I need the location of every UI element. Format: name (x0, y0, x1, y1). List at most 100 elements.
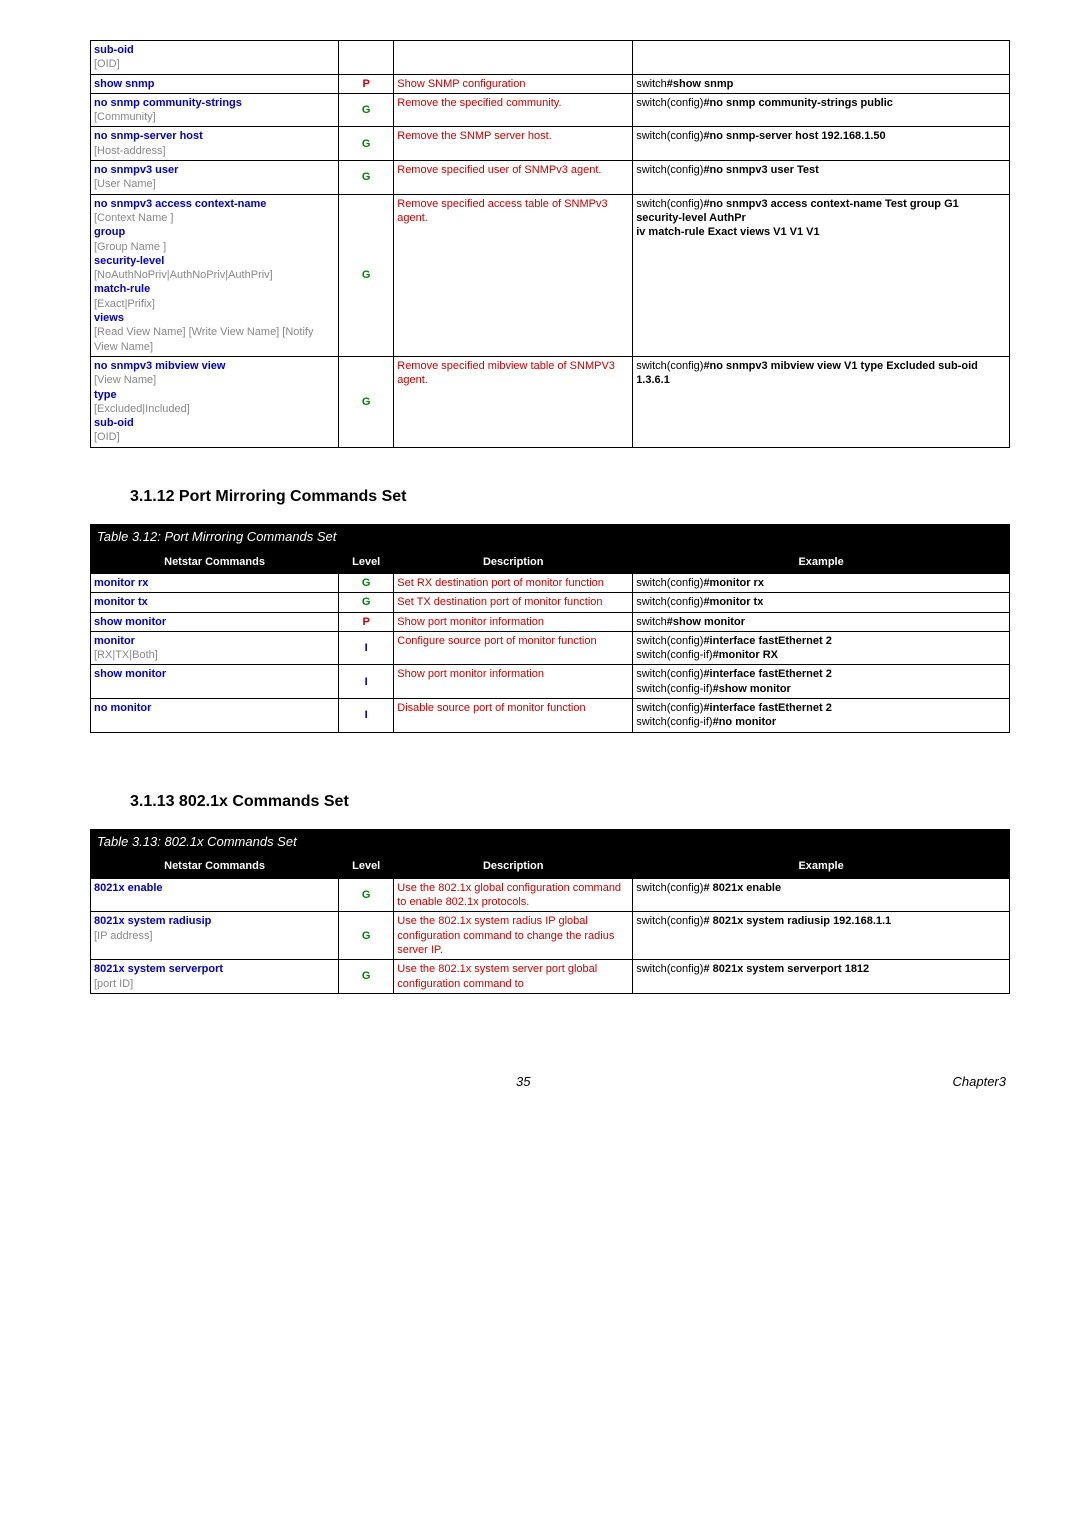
command-cell: no snmpv3 user[User Name] (91, 161, 339, 195)
description-cell: Remove the SNMP server host. (394, 127, 633, 161)
cmd-fragment: no snmpv3 mibview view (94, 359, 335, 373)
cmd-fragment: [NoAuthNoPriv|AuthNoPriv|AuthPriv] (94, 268, 335, 282)
col-header-example: Example (633, 550, 1010, 573)
table-row: 8021x enable GUse the 802.1x global confi… (91, 878, 1010, 912)
cmd-fragment: no monitor (94, 701, 335, 715)
table-row: no snmpv3 mibview view[View Name]type[Ex… (91, 356, 1010, 447)
cmd-fragment: type (94, 388, 335, 402)
8021x-commands-table: Table 3.13: 802.1x Commands Set Netstar … (90, 829, 1010, 994)
level-cell: G (339, 93, 394, 127)
command-cell: sub-oid[OID] (91, 41, 339, 75)
table-row: monitor txGSet TX destination port of mo… (91, 593, 1010, 612)
table-row: no snmpv3 user[User Name]GRemove specifi… (91, 161, 1010, 195)
cmd-fragment: 8021x system radiusip (94, 914, 335, 928)
level-cell: G (339, 960, 394, 994)
cmd-fragment: 8021x enable (94, 881, 335, 895)
table-3-13-caption: Table 3.13: 802.1x Commands Set (91, 829, 1010, 855)
table-row: sub-oid[OID] (91, 41, 1010, 75)
cmd-fragment: [RX|TX|Both] (94, 648, 335, 662)
col-header-example: Example (633, 855, 1010, 878)
cmd-fragment: [OID] (94, 57, 335, 71)
col-header-description: Description (394, 550, 633, 573)
description-cell: Use the 802.1x system server port global… (394, 960, 633, 994)
table12-body: monitor rxGSet RX destination port of mo… (91, 573, 1010, 732)
table1-body: sub-oid[OID]show snmpPShow SNMP configur… (91, 41, 1010, 448)
cmd-fragment: no snmp-server host (94, 129, 335, 143)
section-3-1-12-heading: 3.1.12 Port Mirroring Commands Set (130, 488, 1010, 506)
example-cell: switch(config)#no snmpv3 access context-… (633, 194, 1010, 356)
cmd-fragment: show monitor (94, 667, 335, 681)
example-cell: switch(config)# 8021x enable (633, 878, 1010, 912)
table-row: no snmp community-strings[Community]GRem… (91, 93, 1010, 127)
description-cell: Use the 802.1x system radius IP global c… (394, 912, 633, 960)
command-cell: monitor tx (91, 593, 339, 612)
example-cell: switch(config)#interface fastEthernet 2s… (633, 665, 1010, 699)
example-cell: switch(config)# 8021x system radiusip 19… (633, 912, 1010, 960)
table-3-12-caption: Table 3.12: Port Mirroring Commands Set (91, 524, 1010, 550)
col-header-commands: Netstar Commands (91, 855, 339, 878)
cmd-fragment: [Group Name ] (94, 240, 335, 254)
command-cell: 8021x system serverport[port ID] (91, 960, 339, 994)
table-row: no snmpv3 access context-name[Context Na… (91, 194, 1010, 356)
description-cell: Use the 802.1x global configuration comm… (394, 878, 633, 912)
level-cell: I (339, 698, 394, 732)
example-cell: switch#show snmp (633, 74, 1010, 93)
table-row: 8021x system radiusip[IP address]GUse th… (91, 912, 1010, 960)
section-3-1-13-heading: 3.1.13 802.1x Commands Set (130, 793, 1010, 811)
example-cell (633, 41, 1010, 75)
col-header-level: Level (339, 855, 394, 878)
cmd-fragment: sub-oid (94, 43, 335, 57)
cmd-fragment: views (94, 311, 335, 325)
command-cell: 8021x system radiusip[IP address] (91, 912, 339, 960)
col-header-commands: Netstar Commands (91, 550, 339, 573)
cmd-fragment: group (94, 225, 335, 239)
table-row: show monitorPShow port monitor informati… (91, 612, 1010, 631)
level-cell (339, 41, 394, 75)
example-cell: switch(config)#monitor rx (633, 573, 1010, 592)
description-cell: Configure source port of monitor functio… (394, 631, 633, 665)
command-cell: show monitor (91, 665, 339, 699)
chapter-label: Chapter3 (953, 1074, 1006, 1089)
cmd-fragment: [Host-address] (94, 144, 335, 158)
table-row: monitor[RX|TX|Both] IConfigure source por… (91, 631, 1010, 665)
example-cell: switch(config)#interface fastEthernet 2s… (633, 631, 1010, 665)
description-cell: Set RX destination port of monitor funct… (394, 573, 633, 592)
example-cell: switch(config)# 8021x system serverport … (633, 960, 1010, 994)
level-cell: G (339, 912, 394, 960)
cmd-fragment: [View Name] (94, 373, 335, 387)
command-cell: no monitor (91, 698, 339, 732)
cmd-fragment: no snmpv3 user (94, 163, 335, 177)
cmd-fragment: monitor tx (94, 595, 335, 609)
cmd-fragment: [Context Name ] (94, 211, 335, 225)
description-cell: Show port monitor information (394, 612, 633, 631)
description-cell: Remove specified mibview table of SNMPV3… (394, 356, 633, 447)
level-cell: G (339, 878, 394, 912)
table13-body: 8021x enableGUse the 802.1x global confi… (91, 878, 1010, 993)
cmd-fragment: no snmp community-strings (94, 96, 335, 110)
cmd-fragment: 8021x system serverport (94, 962, 335, 976)
command-cell: no snmpv3 mibview view[View Name]type[Ex… (91, 356, 339, 447)
table-row: no monitor IDisable source port of monito… (91, 698, 1010, 732)
example-cell: switch(config)#no snmpv3 mibview view V1… (633, 356, 1010, 447)
command-cell: no snmp-server host[Host-address] (91, 127, 339, 161)
description-cell (394, 41, 633, 75)
level-cell: G (339, 194, 394, 356)
cmd-fragment: monitor (94, 634, 335, 648)
example-cell: switch(config)#monitor tx (633, 593, 1010, 612)
table-row: no snmp-server host[Host-address]GRemove… (91, 127, 1010, 161)
level-cell: I (339, 631, 394, 665)
command-cell: no snmpv3 access context-name[Context Na… (91, 194, 339, 356)
description-cell: Show port monitor information (394, 665, 633, 699)
level-cell: G (339, 573, 394, 592)
cmd-fragment: no snmpv3 access context-name (94, 197, 335, 211)
description-cell: Disable source port of monitor function (394, 698, 633, 732)
page-footer: 35 Chapter3 (90, 1074, 1010, 1089)
example-cell: switch(config)#no snmp community-strings… (633, 93, 1010, 127)
col-header-description: Description (394, 855, 633, 878)
cmd-fragment: [IP address] (94, 929, 335, 943)
command-cell: show snmp (91, 74, 339, 93)
command-cell: 8021x enable (91, 878, 339, 912)
cmd-fragment: match-rule (94, 282, 335, 296)
description-cell: Set TX destination port of monitor funct… (394, 593, 633, 612)
example-cell: switch#show monitor (633, 612, 1010, 631)
